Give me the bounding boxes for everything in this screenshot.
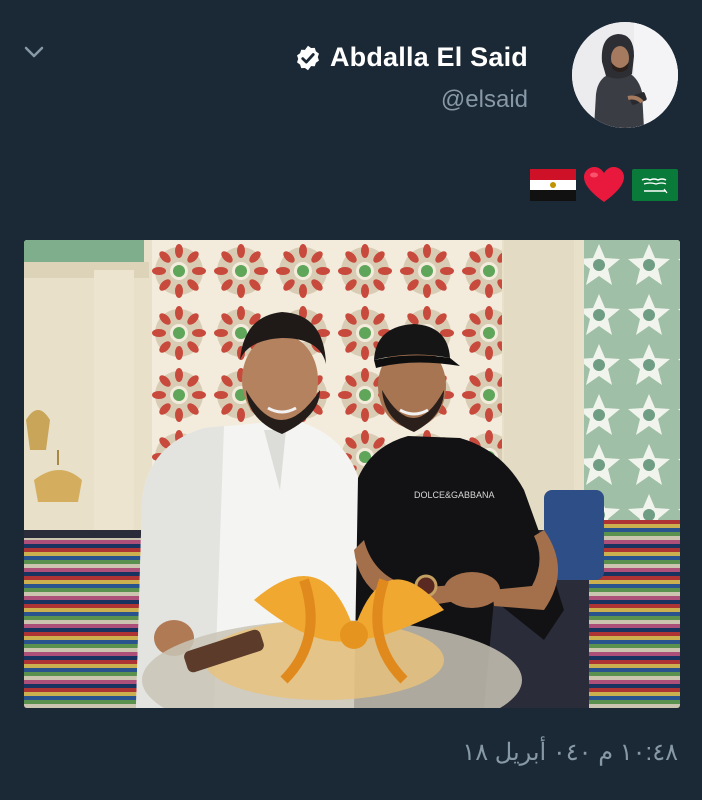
verified-badge-icon — [296, 45, 319, 70]
tweet-timestamp: ١٠:٤٨ م ٠٤٠ أبريل ١٨ — [462, 739, 678, 766]
egypt-flag-icon — [530, 169, 576, 201]
display-name[interactable]: Abdalla El Said — [330, 42, 528, 73]
saudi-flag-icon — [632, 169, 678, 201]
chevron-down-icon[interactable] — [22, 40, 46, 64]
tweet-header: Abdalla El Said @elsaid — [80, 22, 680, 132]
tweet-photo[interactable]: DOLCE&GABBANA — [24, 240, 680, 708]
svg-text:DOLCE&GABBANA: DOLCE&GABBANA — [414, 490, 495, 500]
avatar[interactable] — [572, 22, 678, 128]
red-heart-icon — [584, 167, 624, 202]
author-name-row[interactable]: Abdalla El Said — [294, 42, 528, 73]
user-handle[interactable]: @elsaid — [441, 86, 528, 114]
tweet-text — [530, 166, 678, 204]
